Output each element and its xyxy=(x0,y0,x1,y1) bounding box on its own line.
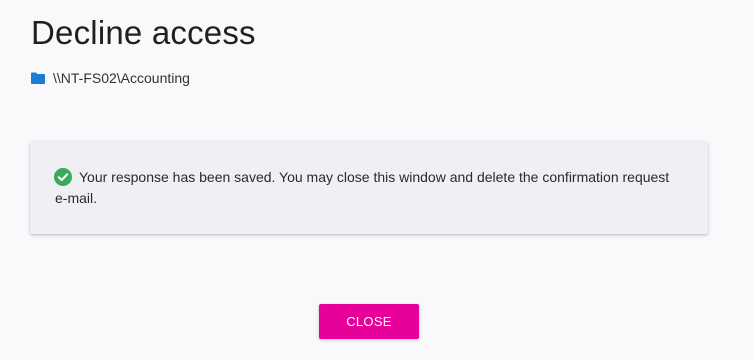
resource-path-row: \\NT-FS02\Accounting xyxy=(31,69,190,87)
page-title: Decline access xyxy=(31,14,256,51)
resource-path: \\NT-FS02\Accounting xyxy=(53,70,190,86)
close-button[interactable]: CLOSE xyxy=(319,304,419,339)
confirmation-message-panel: Your response has been saved. You may cl… xyxy=(30,141,708,234)
folder-icon xyxy=(31,72,45,84)
confirmation-message-text: Your response has been saved. You may cl… xyxy=(55,169,670,206)
decline-access-page: Decline access \\NT-FS02\Accounting Your… xyxy=(0,0,753,360)
